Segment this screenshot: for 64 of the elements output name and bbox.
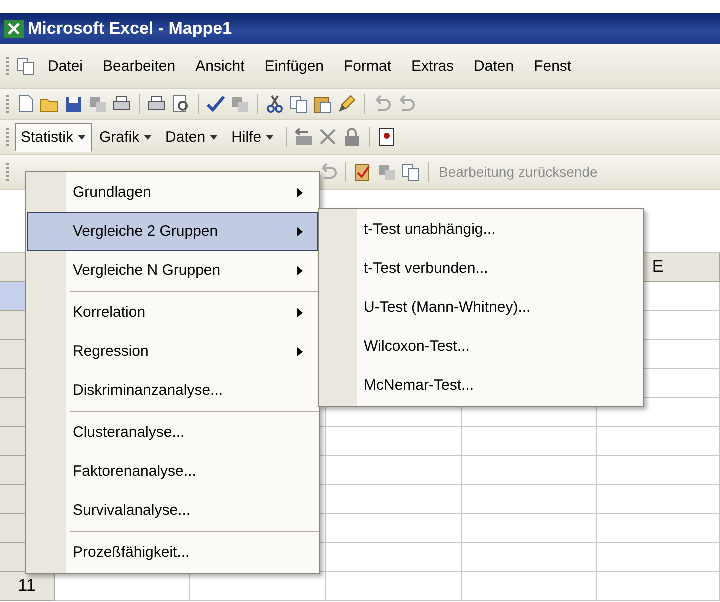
- table-cell[interactable]: [462, 572, 597, 601]
- menu-bar-item[interactable]: Extras: [402, 54, 464, 78]
- menu-item[interactable]: Vergleiche N Gruppen: [27, 251, 318, 290]
- menu-item[interactable]: Grundlagen: [27, 173, 318, 212]
- menu-bar-item[interactable]: Bearbeiten: [94, 54, 185, 78]
- menu-item[interactable]: McNemar-Test...: [320, 366, 642, 405]
- pages-icon[interactable]: [376, 162, 398, 182]
- menu-item[interactable]: Survivalanalyse...: [27, 491, 318, 530]
- caret-icon: [210, 134, 218, 140]
- table-cell[interactable]: [462, 514, 597, 543]
- table-cell[interactable]: [326, 456, 462, 485]
- table-cell[interactable]: [326, 427, 462, 456]
- caret-icon: [78, 134, 86, 140]
- table-cell[interactable]: [597, 572, 720, 601]
- toolbar-menu[interactable]: Hilfe: [226, 122, 280, 152]
- table-cell[interactable]: [326, 543, 462, 572]
- caret-icon: [266, 134, 274, 140]
- table-cell[interactable]: [597, 456, 720, 485]
- menu-item[interactable]: Prozeßfähigkeit...: [27, 533, 318, 572]
- copy-icon[interactable]: [15, 56, 37, 76]
- table-cell[interactable]: [462, 456, 597, 485]
- spreadsheet-icon: [4, 20, 24, 38]
- table-cell[interactable]: [326, 572, 462, 601]
- menu-item[interactable]: U-Test (Mann-Whitney)...: [320, 288, 642, 327]
- submenu-arrow-icon: [297, 266, 303, 276]
- menu-bar-item[interactable]: Daten: [465, 54, 524, 78]
- submenu-arrow-icon: [297, 346, 303, 356]
- submenu-arrow-icon: [297, 308, 303, 318]
- table-cell[interactable]: [597, 427, 720, 456]
- window-title: Microsoft Excel - Mappe1: [28, 18, 232, 38]
- toolbar-menu[interactable]: Grafik: [94, 122, 158, 152]
- table-cell[interactable]: [462, 543, 597, 572]
- menu-bar-item[interactable]: Einfügen: [256, 54, 334, 78]
- copy-icon[interactable]: [400, 162, 422, 182]
- row-header[interactable]: 11: [0, 572, 55, 601]
- table-cell[interactable]: [597, 514, 720, 543]
- table-cell[interactable]: [462, 427, 597, 456]
- brush-icon[interactable]: [336, 94, 358, 114]
- menu-item[interactable]: Vergleiche 2 Gruppen: [27, 212, 318, 251]
- submenu-arrow-icon: [297, 188, 303, 198]
- table-cell[interactable]: [326, 485, 462, 514]
- table-cell[interactable]: [462, 485, 597, 514]
- spellcheck-icon[interactable]: [205, 94, 227, 114]
- menu-item[interactable]: Wilcoxon-Test...: [320, 327, 642, 366]
- submenu-arrow-icon: [297, 226, 303, 236]
- table-cell[interactable]: [597, 543, 720, 572]
- menu-bar-item[interactable]: Fenst: [525, 54, 581, 78]
- toolbar-menu[interactable]: Daten: [160, 122, 224, 152]
- menu-item[interactable]: Regression: [27, 332, 318, 371]
- menu-item[interactable]: Faktorenanalyse...: [27, 452, 318, 491]
- caret-icon: [144, 134, 152, 140]
- copy-icon[interactable]: [288, 94, 310, 114]
- menu-bar-item[interactable]: Format: [335, 54, 401, 78]
- table-cell[interactable]: [597, 485, 720, 514]
- table-arrow-icon[interactable]: [292, 127, 315, 147]
- menu-bar-item[interactable]: Ansicht: [186, 54, 254, 78]
- menu-item[interactable]: Diskriminanzanalyse...: [27, 371, 318, 410]
- menu-item[interactable]: t-Test unabhängig...: [320, 210, 642, 249]
- menu-bar-item[interactable]: Datei: [39, 54, 92, 78]
- table-cell[interactable]: [326, 514, 462, 543]
- menu-item[interactable]: Clusteranalyse...: [27, 413, 318, 452]
- cut-icon[interactable]: [264, 94, 286, 114]
- toolbar-menu[interactable]: Statistik: [15, 122, 92, 152]
- menu-item[interactable]: Korrelation: [27, 293, 318, 332]
